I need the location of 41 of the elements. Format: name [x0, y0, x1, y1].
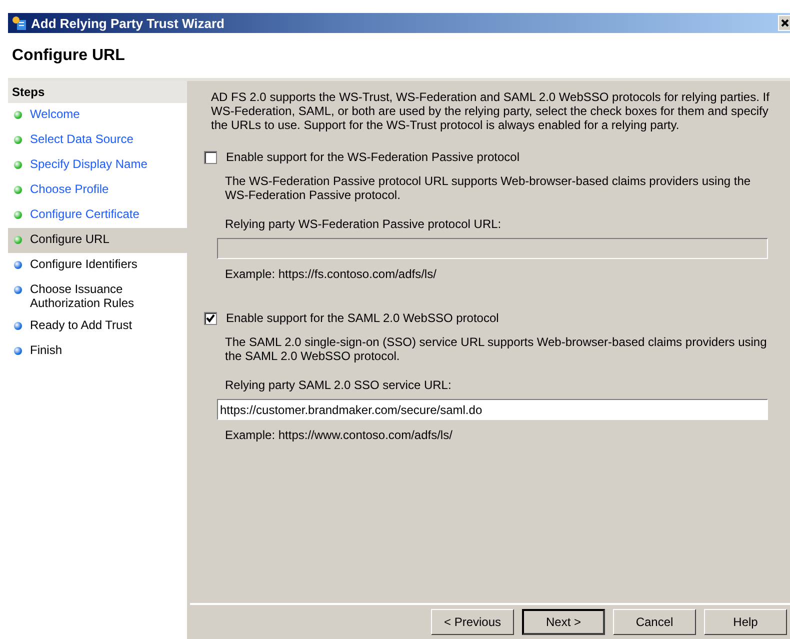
step-item[interactable]: Welcome [8, 103, 187, 128]
page-title: Configure URL [12, 46, 125, 64]
wizard-button[interactable]: Help [704, 609, 787, 635]
wizard-button[interactable]: Next > [522, 609, 605, 635]
status-dot-icon [14, 211, 22, 219]
close-button[interactable] [778, 15, 790, 31]
example-text: Example: https://www.contoso.com/adfs/ls/ [225, 428, 454, 442]
checkbox[interactable] [204, 312, 217, 324]
status-dot-icon [14, 111, 22, 119]
intro-text: AD FS 2.0 supports the WS-Trust, WS-Federation and SAML 2.0 WebSSO protocols for relying parties. If WS-Federation, SAML, or both are used by the relying party, select the check boxes for them and specify the URLs to use. Support for the WS-Trust protocol is always enabled for a relying party. [211, 90, 770, 132]
wizard-button[interactable]: < Previous [431, 609, 514, 635]
status-dot-icon [14, 186, 22, 194]
step-item[interactable]: Configure URL [8, 228, 187, 253]
field-label: Relying party WS-Federation Passive protocol URL: [225, 217, 502, 231]
status-dot-icon [14, 347, 22, 355]
description-text: The WS-Federation Passive protocol URL supports Web-browser-based claims providers using the WS-Federation Passive protocol. [225, 174, 752, 202]
step-item[interactable]: Configure Certificate [8, 203, 187, 228]
wizard-icon [12, 16, 27, 30]
example-text: Example: https://fs.contoso.com/adfs/ls/ [225, 267, 438, 281]
wizard-button[interactable]: Cancel [613, 609, 696, 635]
steps-heading: Steps [8, 81, 187, 103]
step-item[interactable]: Ready to Add Trust [8, 314, 187, 339]
checkbox-label: Enable support for the SAML 2.0 WebSSO protocol [226, 311, 499, 325]
step-item[interactable]: Select Data Source [8, 128, 187, 153]
description-text: The SAML 2.0 single-sign-on (SSO) service URL supports Web-browser-based claims providers using the SAML 2.0 WebSSO protocol. [225, 335, 768, 363]
status-dot-icon [14, 161, 22, 169]
status-dot-icon [14, 261, 22, 269]
status-dot-icon [14, 286, 22, 294]
status-dot-icon [14, 136, 22, 144]
close-icon [780, 19, 788, 27]
status-dot-icon [14, 236, 22, 244]
window-title: Add Relying Party Trust Wizard [31, 16, 226, 30]
step-item[interactable]: Specify Display Name [8, 153, 187, 178]
status-dot-icon [14, 322, 22, 330]
checkbox-label: Enable support for the WS-Federation Passive protocol [226, 150, 520, 164]
step-item[interactable]: Choose Profile [8, 178, 187, 203]
step-item[interactable]: Finish [8, 339, 187, 364]
step-item[interactable]: Choose Issuance Authorization Rules [8, 278, 187, 314]
field-label: Relying party SAML 2.0 SSO service URL: [225, 378, 452, 392]
step-item[interactable]: Configure Identifiers [8, 253, 187, 278]
url-field[interactable]: https://customer.brandmaker.com/secure/saml.do [217, 399, 768, 420]
